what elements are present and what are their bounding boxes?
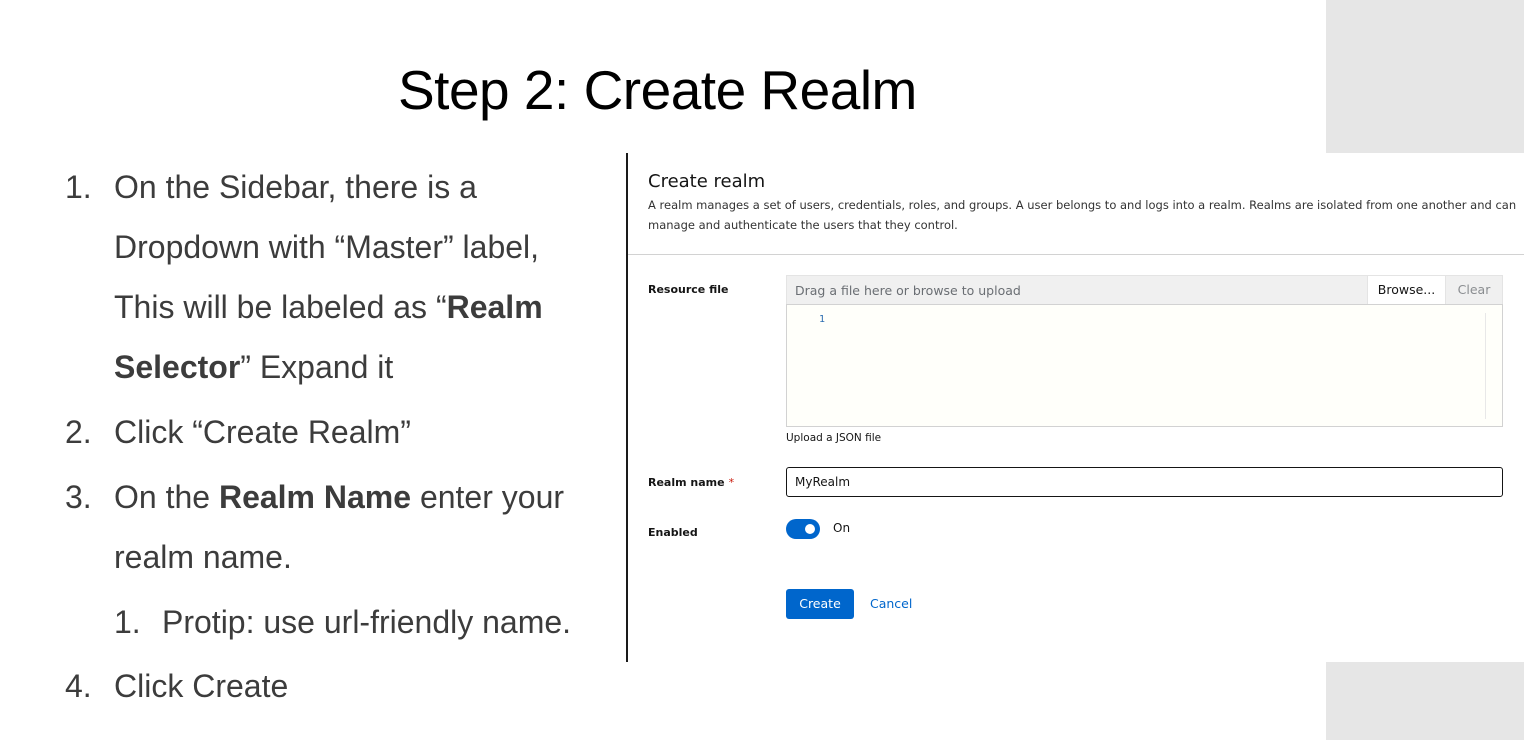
realm-name-input[interactable]: MyRealm (786, 467, 1503, 497)
panel-border (626, 153, 628, 662)
step-number: 1. (65, 169, 92, 205)
step-bold-text: Realm Name (218, 479, 412, 515)
step-text: realm name. (114, 539, 292, 575)
step-number: 3. (65, 479, 92, 515)
json-editor[interactable]: 1 (786, 304, 1503, 427)
required-marker: * (728, 476, 735, 489)
step-text-segment: enter your (411, 479, 565, 515)
realm-name-value: MyRealm (795, 475, 851, 489)
line-number: 1 (819, 314, 826, 325)
step-bold-text: Realm (446, 289, 543, 325)
step-text: On the Realm Name enter your (114, 477, 564, 517)
enabled-toggle[interactable] (786, 519, 820, 539)
step-bold-text: Selector (114, 349, 241, 385)
create-button[interactable]: Create (786, 589, 854, 619)
cancel-button[interactable]: Cancel (870, 589, 912, 619)
step-text: Click Create (114, 668, 289, 704)
toggle-knob (805, 524, 815, 534)
enabled-label: Enabled (648, 526, 698, 539)
create-realm-form: Create realm A realm manages a set of us… (626, 153, 1524, 662)
step-text: Selector” Expand it (114, 347, 393, 387)
realm-name-label-text: Realm name (648, 476, 725, 489)
form-description: A realm manages a set of users, credenti… (648, 198, 1517, 232)
decorative-gray-block-top (1326, 0, 1524, 153)
substep-number: 1. (114, 604, 141, 640)
step-text: Dropdown with “Master” label, (114, 229, 540, 265)
step-number: 4. (65, 668, 92, 704)
decorative-gray-block-bottom (1326, 662, 1524, 740)
divider (628, 254, 1524, 255)
step-text: Click “Create Realm” (114, 414, 411, 450)
step-text: This will be labeled as “Realm (114, 287, 543, 327)
step-text-segment: On the (114, 479, 219, 515)
browse-button[interactable]: Browse... (1367, 276, 1445, 304)
toggle-state-text: On (833, 521, 851, 535)
clear-button[interactable]: Clear (1445, 276, 1502, 304)
file-upload-placeholder: Drag a file here or browse to upload (795, 283, 1021, 298)
step-text: On the Sidebar, there is a (114, 169, 477, 205)
realm-name-label: Realm name * (648, 476, 734, 489)
step-number: 2. (65, 414, 92, 450)
substep-text: Protip: use url-friendly name. (162, 604, 572, 640)
steps-list: 1. On the Sidebar, there is a Dropdown w… (0, 0, 610, 740)
upload-helper-text: Upload a JSON file (786, 432, 882, 444)
step-text-segment: ” Expand it (240, 349, 394, 385)
editor-scrollbar[interactable] (1485, 313, 1486, 419)
resource-file-label: Resource file (648, 283, 729, 296)
file-upload-bar[interactable]: Drag a file here or browse to upload Bro… (786, 275, 1503, 305)
step-text-segment: This will be labeled as “ (114, 289, 447, 325)
form-title: Create realm (648, 171, 766, 192)
